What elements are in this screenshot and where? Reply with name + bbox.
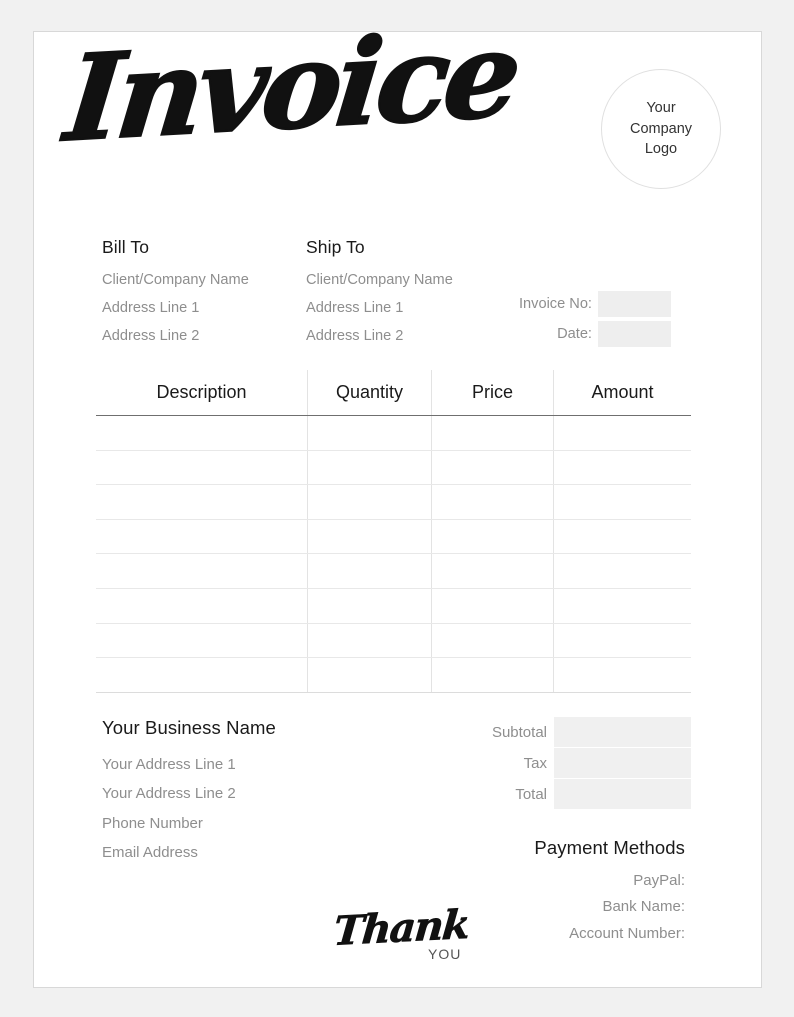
cell-description[interactable] [96,451,307,485]
cell-quantity[interactable] [307,623,431,658]
cell-description[interactable] [96,658,307,692]
cell-price[interactable] [431,416,553,450]
invoice-no-label: Invoice No: [518,295,592,312]
date-field[interactable] [598,320,671,347]
table-row[interactable] [96,519,691,555]
thank-you-section: Thank YOU [331,901,472,974]
table-row[interactable] [96,658,691,693]
business-info-section: Your Business Name Your Address Line 1 Y… [102,717,276,867]
cell-description[interactable] [96,589,307,623]
ship-to-heading: Ship To [306,237,365,257]
cell-description[interactable] [96,520,307,554]
logo-line-3: Logo [644,141,678,158]
cell-description[interactable] [96,624,307,658]
logo-line-1: Your [646,99,676,116]
payment-methods-heading: Payment Methods [534,837,685,858]
ship-to-section: Ship To Client/Company Name Address Line… [306,237,453,350]
total-label: Total [515,785,547,803]
table-row[interactable] [96,450,691,486]
cell-price[interactable] [431,588,553,623]
table-row[interactable] [96,485,691,520]
bill-to-heading: Bill To [102,237,150,257]
table-row[interactable] [96,623,691,659]
date-row: Date: [464,320,671,347]
thank-you-sub-text: YOU [428,946,462,962]
business-email-address[interactable]: Email Address [102,838,276,867]
cell-description[interactable] [96,554,307,588]
column-header-amount: Amount [553,370,691,415]
ship-to-address-line-1[interactable]: Address Line 1 [306,294,453,322]
cell-amount[interactable] [553,519,691,554]
cell-amount[interactable] [553,623,691,658]
total-row: Total [474,779,691,809]
tax-row: Tax [474,748,691,778]
subtotal-label: Subtotal [491,723,547,741]
bill-to-address-line-1[interactable]: Address Line 1 [102,294,249,322]
cell-description[interactable] [96,416,307,450]
ship-to-address-line-2[interactable]: Address Line 2 [306,322,453,350]
business-name[interactable]: Your Business Name [102,717,276,739]
cell-amount[interactable] [553,450,691,485]
table-header-row: Description Quantity Price Amount [96,370,691,415]
invoice-no-row: Invoice No: [464,290,671,317]
cell-quantity[interactable] [307,485,431,519]
table-row[interactable] [96,588,691,624]
cell-amount[interactable] [553,416,691,450]
cell-price[interactable] [431,519,553,554]
cell-quantity[interactable] [307,450,431,485]
column-header-description: Description [156,382,247,402]
payment-paypal-label[interactable]: PayPal: [434,868,685,894]
tax-field[interactable] [554,748,691,778]
bill-to-address-line-2[interactable]: Address Line 2 [102,322,249,350]
cell-price[interactable] [431,623,553,658]
business-phone-number[interactable]: Phone Number [102,809,276,838]
subtotal-row: Subtotal [474,717,691,747]
business-address-line-1[interactable]: Your Address Line 1 [102,750,276,779]
invoice-page: Invoice Your Company Logo Bill To Client… [33,3,762,988]
cell-quantity[interactable] [307,554,431,588]
column-header-quantity: Quantity [307,370,431,415]
table-row[interactable] [96,416,691,451]
column-header-price: Price [431,370,553,415]
ship-to-client-name[interactable]: Client/Company Name [306,266,453,294]
thank-you-script-text: Thank [331,901,471,956]
cell-price[interactable] [431,658,553,692]
cell-quantity[interactable] [307,658,431,692]
total-field[interactable] [554,779,691,809]
table-body [96,416,691,693]
invoice-no-field[interactable] [598,290,671,317]
company-logo-placeholder[interactable]: Your Company Logo [601,69,721,189]
date-label: Date: [557,325,592,342]
cell-price[interactable] [431,554,553,588]
line-items-table: Description Quantity Price Amount [96,370,691,693]
cell-quantity[interactable] [307,588,431,623]
cell-quantity[interactable] [307,416,431,450]
subtotal-field[interactable] [554,717,691,747]
cell-price[interactable] [431,450,553,485]
cell-amount[interactable] [553,485,691,519]
logo-line-2: Company [629,120,693,137]
business-address-line-2[interactable]: Your Address Line 2 [102,779,276,808]
tax-label: Tax [523,754,547,772]
page-title: Invoice [59,3,524,169]
cell-description[interactable] [96,485,307,519]
totals-section: Subtotal Tax Total [474,717,691,809]
cell-amount[interactable] [553,554,691,588]
cell-price[interactable] [431,485,553,519]
cell-quantity[interactable] [307,519,431,554]
bill-to-client-name[interactable]: Client/Company Name [102,266,249,294]
cell-amount[interactable] [553,658,691,692]
cell-amount[interactable] [553,588,691,623]
invoice-meta-section: Invoice No: Date: [464,290,671,350]
table-row[interactable] [96,554,691,589]
bill-to-section: Bill To Client/Company Name Address Line… [102,237,249,350]
